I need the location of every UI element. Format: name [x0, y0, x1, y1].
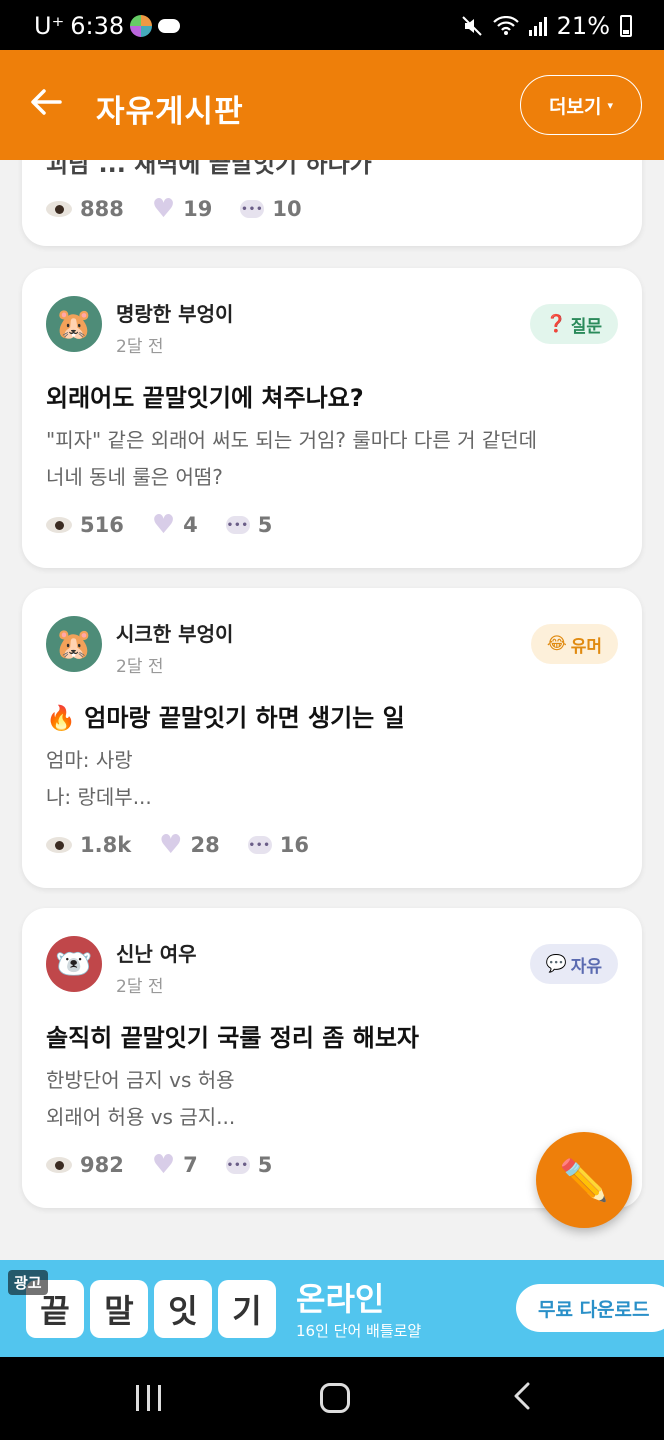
mute-icon — [461, 16, 482, 36]
eye-icon — [46, 1157, 72, 1173]
page-title: 자유게시판 — [96, 94, 244, 130]
post-excerpt: "피자" 같은 외래어 써도 되는 거임? 룰마다 다른 거 같던데 너네 동네… — [46, 422, 618, 496]
eye-icon — [46, 837, 72, 853]
system-nav-bar — [0, 1357, 664, 1440]
ad-word-tile: 말 — [90, 1280, 148, 1338]
comment-icon: ••• — [225, 1156, 250, 1174]
view-count: 982 — [80, 1153, 124, 1177]
battery-icon — [620, 15, 632, 37]
view-count: 516 — [80, 513, 124, 537]
avatar: 🐹 — [46, 616, 102, 672]
nav-back-icon[interactable] — [510, 1381, 534, 1411]
post-time: 2달 전 — [116, 977, 164, 997]
post-time: 2달 전 — [116, 657, 164, 677]
pencil-icon: ✏️ — [559, 1157, 609, 1204]
avatar: 🐹 — [46, 296, 102, 352]
excerpt-line: "피자" 같은 외래어 써도 되는 거임? 룰마다 다른 거 같던데 — [46, 428, 538, 452]
comment-count: 5 — [257, 513, 273, 537]
post-stats: 982 ♥ 7 ••• 5 — [46, 1152, 300, 1178]
ad-download-button[interactable]: 무료 다운로드 — [516, 1284, 664, 1332]
heart-icon: ♥ — [151, 1150, 176, 1180]
eye-icon — [46, 201, 72, 217]
home-icon[interactable] — [320, 1383, 350, 1413]
post-title: 솔직히 끝말잇기 국룰 정리 좀 해보자 — [46, 1024, 419, 1052]
signal-icon — [528, 16, 547, 36]
post-stats: 1.8k ♥ 28 ••• 16 — [46, 832, 337, 858]
like-count: 19 — [183, 197, 213, 221]
comment-icon: ••• — [225, 516, 250, 534]
clock: 6:38 — [70, 12, 125, 40]
more-button-label: 더보기 — [549, 95, 602, 118]
weather-icon — [158, 19, 181, 33]
excerpt-line: 엄마: 사랑 — [46, 748, 133, 772]
battery-percent: 21% — [556, 12, 610, 40]
category-tag[interactable]: 😂 유머 — [530, 624, 618, 664]
status-bar: U⁺ 6:38 21% — [0, 0, 664, 50]
comment-icon: ••• — [240, 200, 265, 218]
view-count: 1.8k — [80, 833, 132, 857]
category-tag[interactable]: 💬 자유 — [529, 944, 618, 984]
post-excerpt: 한방단어 금지 vs 허용 외래어 허용 vs 금지... — [46, 1062, 618, 1136]
category-tag-label: 자유 — [570, 956, 602, 977]
heart-icon: ♥ — [159, 830, 183, 860]
post-card[interactable]: 🐹 명랑한 부엉이 2달 전 ❓ 질문 외래어도 끝말잇기에 쳐주나요? "피자… — [22, 268, 642, 568]
ad-word-tile: 기 — [218, 1280, 276, 1338]
ad-subtitle: 16인 단어 배틀로얄 — [296, 1322, 422, 1340]
laughing-icon: 😂 — [546, 634, 567, 654]
author-name: 신난 여우 — [116, 942, 197, 966]
app-notification-icon — [130, 15, 153, 37]
post-stats: 516 ♥ 4 ••• 5 — [46, 512, 300, 538]
like-count: 4 — [183, 513, 198, 537]
comment-icon: ••• — [247, 836, 272, 854]
speech-bubble-icon: 💬 — [545, 954, 567, 974]
view-count: 888 — [80, 197, 124, 221]
comment-count: 10 — [272, 197, 302, 221]
post-title: 외래어도 끝말잇기에 쳐주나요? — [46, 384, 364, 412]
heart-icon: ♥ — [151, 194, 176, 224]
caret-down-icon: ▾ — [607, 98, 613, 112]
post-time: 2달 전 — [116, 337, 164, 357]
excerpt-line: 한방단어 금지 vs 허용 — [46, 1068, 235, 1092]
like-count: 7 — [183, 1153, 198, 1177]
excerpt-line: 나: 랑데부... — [46, 785, 152, 809]
carrier-label: U⁺ — [34, 12, 65, 40]
post-title: 🔥 엄마랑 끝말잇기 하면 생기는 일 — [46, 704, 405, 732]
ad-badge: 광고 — [8, 1270, 48, 1295]
avatar: 🐻‍❄️ — [46, 936, 102, 992]
app-bar: 자유게시판 더보기 ▾ — [0, 50, 664, 160]
heart-icon: ♥ — [151, 510, 176, 540]
wifi-icon — [492, 16, 519, 35]
post-excerpt: 엄마: 사랑 나: 랑데부... — [46, 742, 618, 816]
write-post-button[interactable]: ✏️ — [536, 1132, 632, 1228]
back-arrow-icon[interactable] — [26, 82, 66, 122]
category-tag[interactable]: ❓ 질문 — [529, 304, 618, 344]
excerpt-line: 외래어 허용 vs 금지... — [46, 1105, 236, 1129]
author-name: 명랑한 부엉이 — [116, 302, 234, 326]
like-count: 28 — [190, 833, 220, 857]
comment-count: 5 — [257, 1153, 273, 1177]
ad-word-tile: 잇 — [154, 1280, 212, 1338]
ad-title: 온라인 — [296, 1280, 385, 1318]
comment-count: 16 — [279, 833, 309, 857]
ad-banner[interactable]: 광고 끝 말 잇 기 온라인 16인 단어 배틀로얄 무료 다운로드 — [0, 1260, 664, 1357]
question-icon: ❓ — [545, 314, 567, 334]
category-tag-label: 유머 — [570, 636, 602, 657]
eye-icon — [46, 517, 72, 533]
more-button[interactable]: 더보기 ▾ — [520, 75, 642, 135]
author-name: 시크한 부엉이 — [116, 622, 234, 646]
recent-apps-icon[interactable] — [136, 1385, 161, 1411]
post-stats: 888 ♥ 19 ••• 10 — [46, 196, 330, 222]
post-card[interactable]: 🐹 시크한 부엉이 2달 전 😂 유머 🔥 엄마랑 끝말잇기 하면 생기는 일 … — [22, 588, 642, 888]
excerpt-line: 너네 동네 룰은 어떰? — [46, 465, 223, 489]
category-tag-label: 질문 — [570, 316, 602, 337]
